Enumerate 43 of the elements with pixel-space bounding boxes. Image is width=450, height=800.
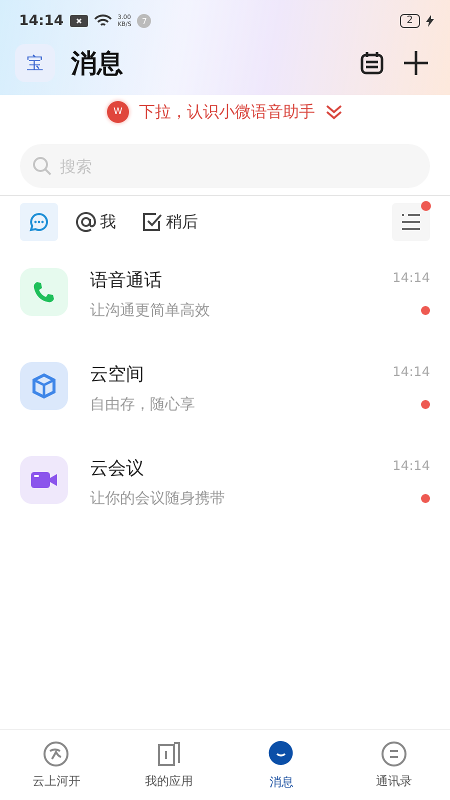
filter-tab[interactable]: 稍后 [134, 203, 206, 241]
conversation-time: 14:14 [392, 365, 430, 380]
phone-icon [32, 280, 56, 304]
banner-text[interactable]: 下拉，认识小微语音助手 [139, 102, 315, 122]
contacts-icon [380, 740, 407, 766]
double-chevron-down-icon[interactable] [325, 104, 343, 120]
wifi-icon [94, 14, 112, 28]
at-sign-icon [76, 212, 96, 232]
notification-count: 7 [137, 14, 152, 28]
checkbox-icon [142, 212, 162, 232]
conversation-time: 14:14 [392, 271, 430, 286]
avatar[interactable]: 宝 [15, 44, 55, 82]
list-menu-button[interactable] [392, 203, 430, 241]
conversation-title[interactable]: 语音通话 [90, 268, 371, 292]
chat-bubble-icon [268, 740, 294, 768]
filter-tab[interactable] [20, 203, 58, 241]
list-icon [401, 213, 421, 231]
nav-tab[interactable]: 我的应用 [112, 730, 225, 800]
charging-icon [426, 15, 434, 27]
plus-icon[interactable] [402, 49, 430, 77]
app-icon-tile[interactable] [20, 456, 68, 504]
book-icon [156, 740, 181, 766]
cube-logo-icon [31, 373, 57, 399]
conversation-preview: 自由存，随心享 [90, 395, 196, 414]
app-icon-tile[interactable] [20, 268, 68, 316]
nav-tab[interactable]: 通讯录 [338, 730, 450, 800]
video-camera-icon [30, 470, 58, 490]
conversation-title[interactable]: 云会议 [90, 456, 371, 480]
conversation-preview: 让沟通更简单高效 [90, 301, 211, 320]
filter-tab[interactable]: 我 [68, 203, 124, 241]
chat-bubble-icon [29, 212, 49, 232]
battery-level: 2 [400, 14, 420, 28]
notification-icon [70, 15, 88, 27]
calendar-icon[interactable] [358, 49, 386, 77]
status-time: 14:14 [19, 13, 64, 29]
conversation-title[interactable]: 云空间 [90, 362, 371, 386]
conversation-preview: 让你的会议随身携带 [90, 489, 226, 508]
page-title: 消息 [71, 48, 124, 80]
assistant-badge: W [107, 101, 129, 123]
nav-tab[interactable]: 消息 [225, 730, 338, 800]
nav-tab[interactable]: 云上河开 [0, 730, 112, 800]
app-icon-tile[interactable] [20, 362, 68, 410]
conversation-time: 14:14 [392, 459, 430, 474]
